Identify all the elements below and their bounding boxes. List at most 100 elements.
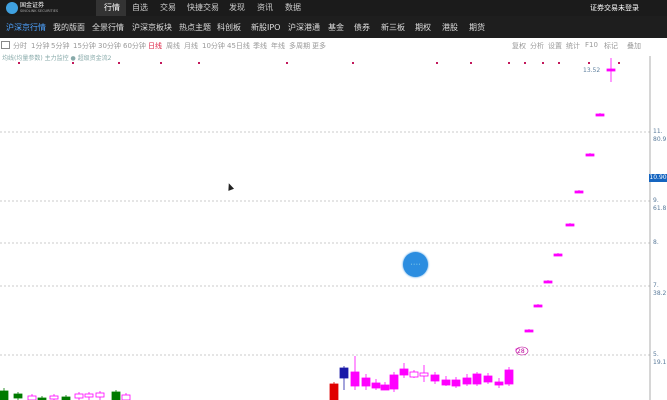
candle-body — [504, 369, 514, 385]
top-nav-item-quick-trade[interactable]: 快捷交易 — [187, 2, 219, 13]
market-tab-my-layout[interactable]: 我的版面 — [53, 22, 85, 33]
top-nav-item-quotes[interactable]: 行情 — [104, 2, 120, 13]
axis-label-4: 61.8 — [653, 205, 667, 212]
period-15min[interactable]: 15分钟 — [73, 41, 96, 51]
candle-body — [430, 374, 440, 382]
toolbar-stats[interactable]: 统计 — [566, 41, 580, 51]
period-45day[interactable]: 45日线 — [227, 41, 250, 51]
candle-body — [553, 253, 563, 257]
period-yearly[interactable]: 年线 — [271, 41, 285, 51]
period-5min[interactable]: 5分钟 — [51, 41, 69, 51]
candle-body — [361, 377, 371, 387]
candle-body — [483, 375, 493, 383]
axis-label-9: 19.1 — [653, 359, 667, 366]
candle-body — [399, 368, 409, 376]
market-tab-funds[interactable]: 基金 — [328, 22, 344, 33]
candle-body — [339, 367, 349, 379]
current-price-tag: 10.90 — [649, 174, 667, 182]
market-tab-connect[interactable]: 沪深港通 — [288, 22, 320, 33]
top-nav-item-watchlist[interactable]: 自选 — [132, 2, 148, 13]
candle-body — [441, 379, 451, 386]
period-30min[interactable]: 30分钟 — [98, 41, 121, 51]
period-intraday[interactable]: 分时 — [13, 41, 27, 51]
market-nav: 沪深京行情 我的版面 全景行情 沪深京板块 热点主题 科创板 新股IPO 沪深港… — [0, 16, 667, 38]
axis-label-7: 38.2 — [653, 290, 667, 297]
candle-body — [419, 372, 429, 377]
grid — [0, 131, 650, 356]
candle-body — [329, 383, 339, 400]
toolbar-settings[interactable]: 设置 — [548, 41, 562, 51]
brand-name: 国金证券 — [20, 2, 45, 9]
candle-body — [606, 68, 616, 72]
market-tab-hk[interactable]: 港股 — [442, 22, 458, 33]
period-multi[interactable]: 多周期 — [289, 41, 310, 51]
toolbar-analysis[interactable]: 分析 — [530, 41, 544, 51]
market-tab-ipo[interactable]: 新股IPO — [251, 22, 280, 33]
floating-assistant-button[interactable]: • • • • — [403, 252, 428, 277]
top-marker-dots — [18, 62, 620, 64]
candle-body — [524, 329, 534, 333]
period-60min[interactable]: 60分钟 — [123, 41, 146, 51]
floating-assistant-icon: • • • • — [410, 262, 421, 266]
candle-body — [543, 280, 553, 284]
candle-body — [74, 393, 84, 399]
title-bar: 国金证券 SINOLINK SECURITIES 行情 自选 交易 快捷交易 发… — [0, 0, 667, 16]
top-nav-item-trade[interactable]: 交易 — [160, 2, 176, 13]
candle-body — [13, 393, 23, 399]
login-status[interactable]: 证券交易未登录 — [590, 3, 639, 13]
axis-label-6: 7. — [653, 282, 659, 289]
top-nav-item-news[interactable]: 资讯 — [257, 2, 273, 13]
market-tab-panorama[interactable]: 全景行情 — [92, 22, 124, 33]
market-tab-options[interactable]: 期权 — [415, 22, 431, 33]
axis-label-3: 9. — [653, 197, 659, 204]
market-tab-sectors[interactable]: 沪深京板块 — [132, 22, 172, 33]
period-toolbar: 分时 1分钟 5分钟 15分钟 30分钟 60分钟 日线 周线 月线 10分钟 … — [0, 40, 667, 52]
candle-body — [84, 393, 94, 398]
candle-body — [565, 223, 575, 227]
candle-body — [380, 384, 390, 391]
period-weekly[interactable]: 周线 — [166, 41, 180, 51]
brand-logo[interactable]: 国金证券 SINOLINK SECURITIES — [6, 2, 64, 14]
top-nav-item-discover[interactable]: 发现 — [229, 2, 245, 13]
price-top-label: 13.52 — [583, 67, 601, 74]
toolbar-adjust[interactable]: 复权 — [512, 41, 526, 51]
period-monthly[interactable]: 月线 — [184, 41, 198, 51]
candle-body — [389, 374, 399, 390]
logo-icon — [6, 2, 18, 14]
axis-label-2: 80.9 — [653, 136, 667, 143]
candle-body — [472, 373, 482, 385]
candle-body — [574, 190, 584, 194]
kline-chart[interactable]: 28 — [0, 56, 667, 400]
candle-body — [409, 371, 419, 378]
market-tab-neeq[interactable]: 新三板 — [381, 22, 405, 33]
toolbar-f10[interactable]: F10 — [585, 41, 598, 49]
period-10min[interactable]: 10分钟 — [202, 41, 225, 51]
toolbar-overlay[interactable]: 叠加 — [627, 41, 641, 51]
market-tab-futures[interactable]: 期货 — [469, 22, 485, 33]
svg-text:28: 28 — [517, 348, 525, 355]
candle-body — [350, 371, 360, 387]
period-more[interactable]: 更多 — [312, 41, 326, 51]
top-nav-item-data[interactable]: 数据 — [285, 2, 301, 13]
period-quarterly[interactable]: 季线 — [253, 41, 267, 51]
period-daily[interactable]: 日线 — [148, 41, 162, 51]
axis-label-5: 8. — [653, 239, 659, 246]
candle-body — [494, 381, 504, 386]
toolbar-mark[interactable]: 标记 — [604, 41, 618, 51]
axis-label-1: 11. — [653, 128, 663, 135]
market-tab-hs[interactable]: 沪深京行情 — [6, 22, 46, 33]
candle-body — [111, 391, 121, 400]
candle-body — [585, 153, 595, 157]
bubble-marker: 28 — [515, 346, 529, 356]
candle-body — [533, 304, 543, 308]
market-tab-bonds[interactable]: 债券 — [354, 22, 370, 33]
market-tab-star[interactable]: 科创板 — [217, 22, 241, 33]
candle-body — [49, 395, 59, 400]
period-1min[interactable]: 1分钟 — [31, 41, 49, 51]
panel-toggle-icon[interactable] — [1, 41, 10, 49]
market-tab-hot-topics[interactable]: 热点主题 — [179, 22, 211, 33]
candle-body — [121, 394, 131, 400]
axis-label-8: 5. — [653, 351, 659, 358]
candle-body — [95, 392, 105, 398]
candle-body — [462, 377, 472, 385]
